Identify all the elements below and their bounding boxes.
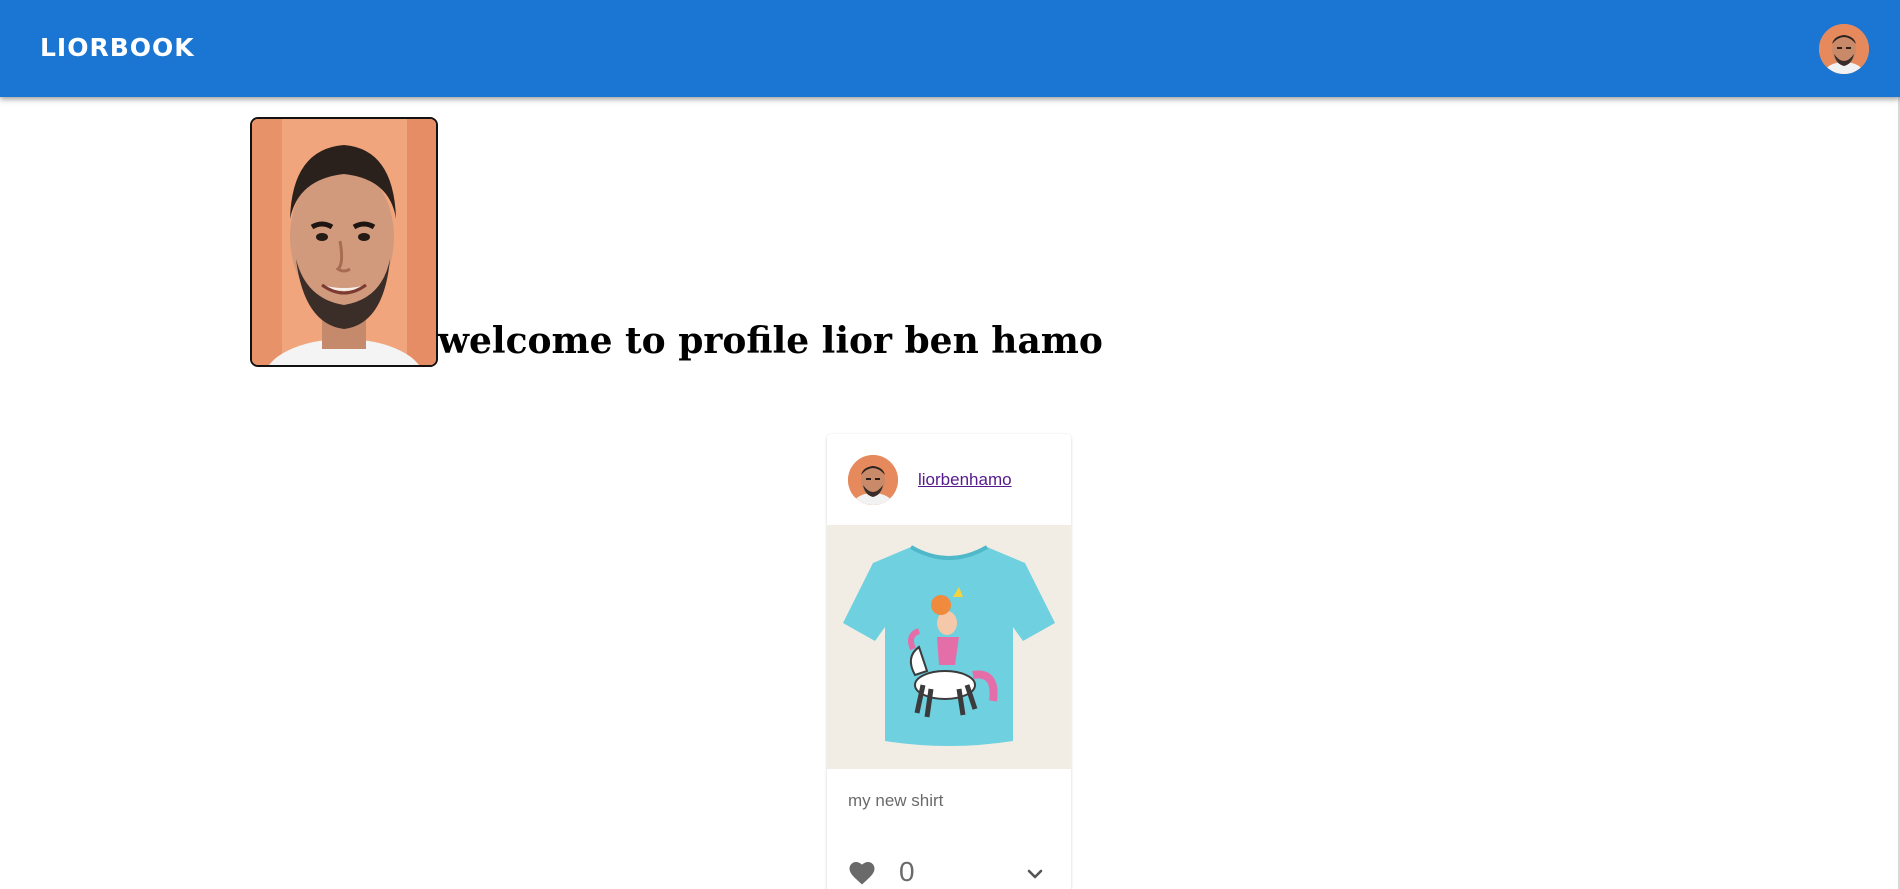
post-image <box>827 525 1071 769</box>
profile-photo <box>250 117 438 367</box>
app-bar: LIORBOOK <box>0 0 1900 97</box>
chevron-down-icon[interactable] <box>1023 862 1047 886</box>
user-avatar-icon[interactable] <box>1819 24 1869 74</box>
page: LIORBOOK welcome to profile lior ben ham… <box>0 0 1900 889</box>
heart-icon[interactable] <box>847 858 879 889</box>
like-count: 0 <box>899 856 915 887</box>
post-card: liorbenhamo my new shirt 0 <box>827 434 1071 889</box>
page-title: welcome to profile lior ben hamo <box>438 320 1103 362</box>
post-author-avatar[interactable] <box>848 455 898 505</box>
post-author-link[interactable]: liorbenhamo <box>918 470 1012 490</box>
post-caption: my new shirt <box>848 791 944 810</box>
brand-logo[interactable]: LIORBOOK <box>40 33 195 62</box>
